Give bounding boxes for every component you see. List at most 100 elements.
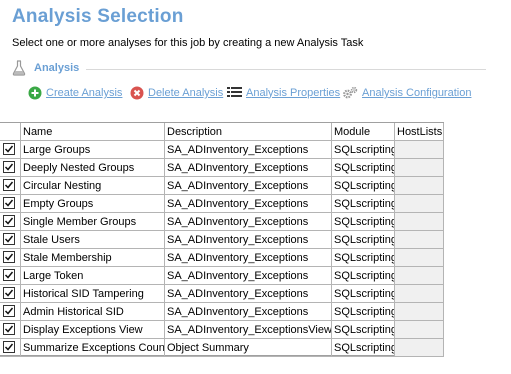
column-header-module[interactable]: Module	[332, 123, 395, 141]
analysis-grid: Name Description Module HostLists Large …	[0, 122, 444, 357]
row-checkbox[interactable]	[3, 161, 15, 173]
table-row[interactable]: Single Member Groups SA_ADInventory_Excep…	[0, 213, 444, 231]
row-checkbox-cell	[0, 285, 21, 303]
table-row[interactable]: Empty Groups SA_ADInventory_Exceptions SQL…	[0, 195, 444, 213]
checkmark-icon	[4, 145, 14, 153]
row-checkbox[interactable]	[3, 143, 15, 155]
table-row[interactable]: Display Exceptions View SA_ADInventory_Ex…	[0, 321, 444, 339]
cell-description: SA_ADInventory_ExceptionsView	[165, 321, 332, 339]
cell-module: SQLscripting	[332, 285, 395, 303]
row-checkbox[interactable]	[3, 287, 15, 299]
checkmark-icon	[4, 325, 14, 333]
cell-description: SA_ADInventory_Exceptions	[165, 231, 332, 249]
cell-description: SA_ADInventory_Exceptions	[165, 267, 332, 285]
cell-hostlists	[395, 339, 444, 357]
cell-hostlists	[395, 141, 444, 159]
row-checkbox-cell	[0, 303, 21, 321]
cell-hostlists	[395, 303, 444, 321]
cell-description: SA_ADInventory_Exceptions	[165, 141, 332, 159]
section-label: Analysis	[34, 62, 80, 74]
cell-description: SA_ADInventory_Exceptions	[165, 159, 332, 177]
gears-icon	[343, 86, 358, 99]
cell-name: Circular Nesting	[21, 177, 165, 195]
row-checkbox-cell	[0, 321, 21, 339]
cell-description: SA_ADInventory_Exceptions	[165, 213, 332, 231]
cell-description: SA_ADInventory_Exceptions	[165, 249, 332, 267]
checkmark-icon	[4, 217, 14, 225]
row-checkbox-cell	[0, 159, 21, 177]
row-checkbox-cell	[0, 231, 21, 249]
table-row[interactable]: Stale Membership SA_ADInventory_Exception…	[0, 249, 444, 267]
row-checkbox-cell	[0, 213, 21, 231]
delete-icon	[130, 86, 144, 100]
checkmark-icon	[4, 181, 14, 189]
cell-name: Historical SID Tampering	[21, 285, 165, 303]
cell-module: SQLscripting	[332, 141, 395, 159]
cell-name: Display Exceptions View	[21, 321, 165, 339]
create-analysis-label: Create Analysis	[46, 87, 123, 99]
cell-description: Object Summary	[165, 339, 332, 357]
cell-name: Summarize Exceptions Count	[21, 339, 165, 357]
column-header-hostlists[interactable]: HostLists	[395, 123, 444, 141]
header-check-column	[0, 123, 21, 141]
row-checkbox[interactable]	[3, 305, 15, 317]
row-checkbox[interactable]	[3, 179, 15, 191]
cell-module: SQLscripting	[332, 159, 395, 177]
table-row[interactable]: Large Groups SA_ADInventory_Exceptions SQL…	[0, 141, 444, 159]
row-checkbox-cell	[0, 339, 21, 357]
cell-module: SQLscripting	[332, 267, 395, 285]
cell-module: SQLscripting	[332, 195, 395, 213]
cell-hostlists	[395, 249, 444, 267]
row-checkbox[interactable]	[3, 323, 15, 335]
table-row[interactable]: Stale Users SA_ADInventory_Exceptions SQLs…	[0, 231, 444, 249]
column-header-description[interactable]: Description	[165, 123, 332, 141]
cell-hostlists	[395, 177, 444, 195]
create-analysis-button[interactable]: Create Analysis	[28, 86, 122, 100]
cell-name: Stale Membership	[21, 249, 165, 267]
cell-module: SQLscripting	[332, 321, 395, 339]
cell-hostlists	[395, 231, 444, 249]
page-subtitle: Select one or more analyses for this job…	[12, 37, 364, 49]
analysis-configuration-button[interactable]: Analysis Configuration	[342, 86, 471, 100]
cell-description: SA_ADInventory_Exceptions	[165, 177, 332, 195]
table-row[interactable]: Deeply Nested Groups SA_ADInventory_Excep…	[0, 159, 444, 177]
cell-description: SA_ADInventory_Exceptions	[165, 195, 332, 213]
delete-analysis-button[interactable]: Delete Analysis	[130, 86, 223, 100]
table-row[interactable]: Summarize Exceptions Count Object Summary…	[0, 339, 444, 357]
row-checkbox[interactable]	[3, 341, 15, 353]
analysis-properties-button[interactable]: Analysis Properties	[227, 86, 340, 99]
row-checkbox-cell	[0, 267, 21, 285]
cell-name: Admin Historical SID	[21, 303, 165, 321]
row-checkbox[interactable]	[3, 215, 15, 227]
cell-module: SQLscripting	[332, 213, 395, 231]
delete-analysis-label: Delete Analysis	[148, 87, 224, 99]
row-checkbox[interactable]	[3, 251, 15, 263]
row-checkbox[interactable]	[3, 233, 15, 245]
row-checkbox-cell	[0, 141, 21, 159]
table-row[interactable]: Large Token SA_ADInventory_Exceptions SQLs…	[0, 267, 444, 285]
analysis-properties-label: Analysis Properties	[246, 86, 341, 99]
cell-name: Stale Users	[21, 231, 165, 249]
add-icon	[28, 86, 42, 100]
table-row[interactable]: Historical SID Tampering SA_ADInventory_E…	[0, 285, 444, 303]
cell-description: SA_ADInventory_Exceptions	[165, 285, 332, 303]
row-checkbox[interactable]	[3, 197, 15, 209]
row-checkbox-cell	[0, 177, 21, 195]
cell-name: Single Member Groups	[21, 213, 165, 231]
table-row[interactable]: Circular Nesting SA_ADInventory_Exception…	[0, 177, 444, 195]
grid-header: Name Description Module HostLists	[0, 123, 444, 141]
column-header-name[interactable]: Name	[21, 123, 165, 141]
cell-hostlists	[395, 285, 444, 303]
cell-hostlists	[395, 195, 444, 213]
flask-icon	[12, 60, 26, 76]
list-icon	[227, 87, 242, 97]
cell-hostlists	[395, 159, 444, 177]
row-checkbox[interactable]	[3, 269, 15, 281]
cell-description: SA_ADInventory_Exceptions	[165, 303, 332, 321]
table-row[interactable]: Admin Historical SID SA_ADInventory_Excep…	[0, 303, 444, 321]
cell-module: SQLscripting	[332, 177, 395, 195]
page-title: Analysis Selection	[12, 6, 184, 27]
cell-module: SQLscripting	[332, 339, 395, 357]
cell-hostlists	[395, 321, 444, 339]
checkmark-icon	[4, 253, 14, 261]
